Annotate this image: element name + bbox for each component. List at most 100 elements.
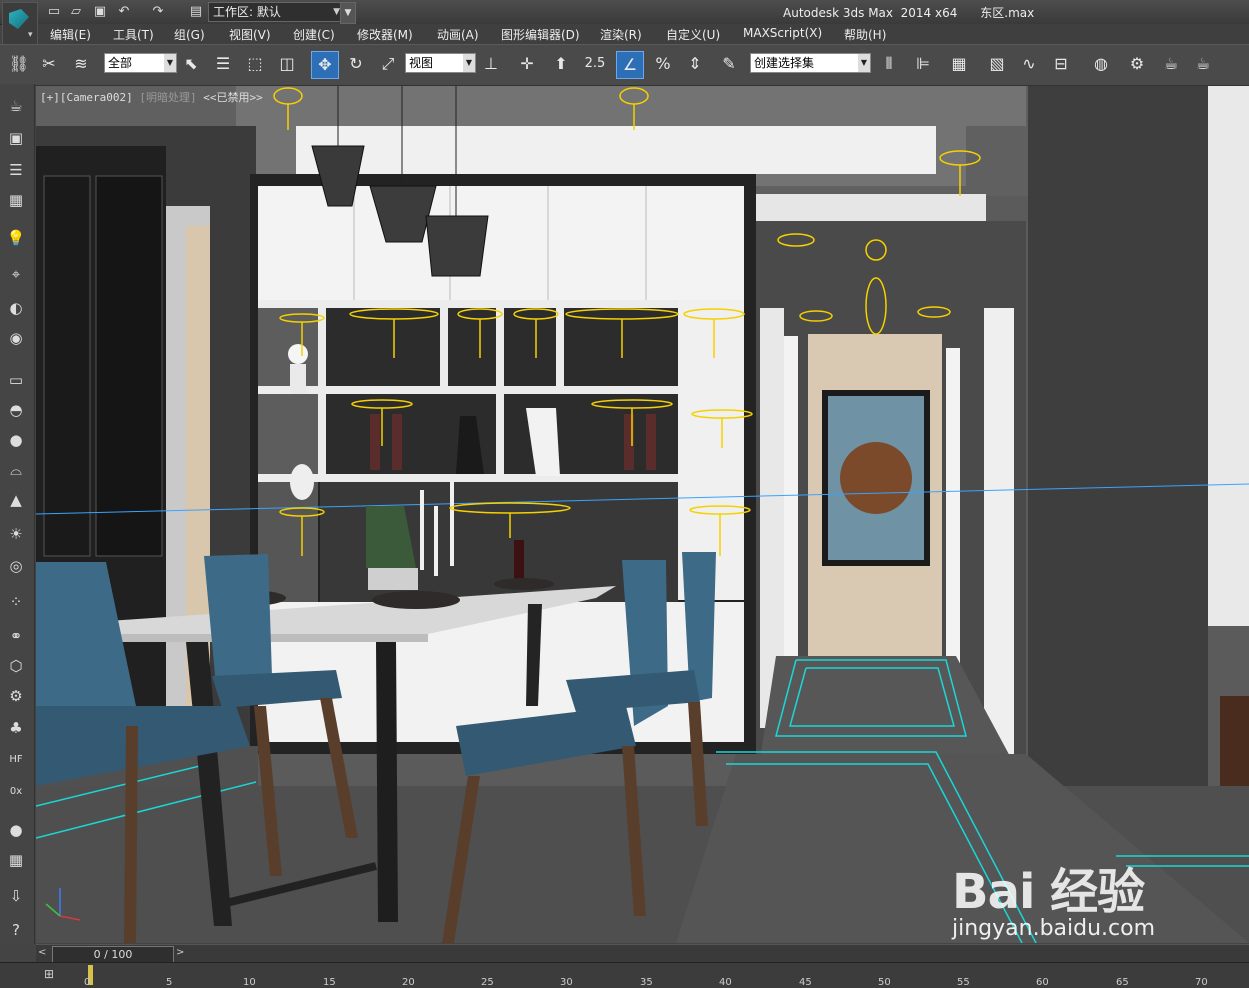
menu-animation[interactable]: 动画(A) <box>437 26 479 43</box>
menu-tools[interactable]: 工具(T) <box>113 26 154 43</box>
selection-filter-dropdown[interactable]: 全部 ▼ <box>104 53 177 73</box>
open-file-icon[interactable]: ▱ <box>66 3 86 21</box>
camera-viewport[interactable]: [+][Camera002] [明暗处理] <<已禁用>> <box>36 86 1249 943</box>
foliage-icon[interactable]: ♣ <box>4 716 28 740</box>
plant-pot <box>368 568 418 590</box>
export-icon[interactable]: ⇩ <box>4 884 28 908</box>
menu-create[interactable]: 创建(C) <box>293 26 335 43</box>
mirror-icon[interactable]: ⫴ <box>876 51 902 77</box>
select-and-manipulate-icon[interactable]: ✛ <box>514 51 540 77</box>
unlink-icon[interactable]: ✂ <box>36 51 62 77</box>
grid-icon[interactable]: ▦ <box>4 188 28 212</box>
basket-icon[interactable]: ⌓ <box>4 458 28 482</box>
shell-icon[interactable]: 0x <box>4 780 28 804</box>
place-setting <box>372 591 460 609</box>
teapot-icon[interactable]: ☕ <box>4 94 28 118</box>
shelf-divider <box>440 300 448 390</box>
curve-editor-icon[interactable]: ∿ <box>1016 51 1042 77</box>
menu-edit[interactable]: 编辑(E) <box>50 26 91 43</box>
render-setup-icon[interactable]: ⚙ <box>1124 51 1150 77</box>
render-sphere-icon[interactable]: ● <box>4 818 28 842</box>
align-icon[interactable]: ⊫ <box>910 51 936 77</box>
link-icon[interactable]: ⛓ <box>6 51 32 77</box>
angle-snap-icon[interactable]: ∠ <box>616 51 644 79</box>
list-icon[interactable]: ☰ <box>4 158 28 182</box>
menu-graph-editors[interactable]: 图形编辑器(D) <box>501 26 580 43</box>
percent-snap-icon[interactable]: % <box>650 51 676 77</box>
select-and-rotate-icon[interactable]: ↻ <box>343 51 369 77</box>
reference-coordinate-dropdown[interactable]: 视图 ▼ <box>405 53 476 73</box>
light-bulb-icon[interactable]: 💡 <box>4 226 28 250</box>
project-folder-icon[interactable]: ▤ <box>186 3 206 21</box>
undo-icon[interactable]: ↶ <box>114 3 134 21</box>
wine-bottle <box>514 540 524 580</box>
hemisphere-icon[interactable]: ◓ <box>4 398 28 422</box>
menu-views[interactable]: 视图(V) <box>229 26 271 43</box>
menu-customize[interactable]: 自定义(U) <box>666 26 720 43</box>
candle <box>450 482 454 566</box>
rectangular-selection-icon[interactable]: ⬚ <box>242 51 268 77</box>
track-bar-icon[interactable]: ⊞ <box>44 967 54 981</box>
render-production-icon[interactable]: ☕ <box>1190 51 1216 77</box>
gear-icon[interactable]: ⚙ <box>4 684 28 708</box>
scene-render <box>36 86 1249 943</box>
edit-named-selection-icon[interactable]: ✎ <box>716 51 742 77</box>
cone-icon[interactable]: ▲ <box>4 488 28 512</box>
layer-manager-icon[interactable]: ▦ <box>946 51 972 77</box>
quick-access-dropdown[interactable]: ▼ <box>340 2 356 24</box>
select-by-name-icon[interactable]: ☰ <box>210 51 236 77</box>
named-selection-dropdown[interactable]: 创建选择集 ▼ <box>750 53 871 73</box>
bind-space-warp-icon[interactable]: ≋ <box>68 51 94 77</box>
material-editor-icon[interactable]: ◍ <box>1088 51 1114 77</box>
viewport-disabled-label[interactable]: <<已禁用>> <box>203 91 263 104</box>
compound-object-icon[interactable]: ⬡ <box>4 654 28 678</box>
video-camera-icon[interactable]: ◉ <box>4 326 28 350</box>
wine-bottle <box>646 414 656 470</box>
sun-icon[interactable]: ☀ <box>4 522 28 546</box>
menu-modifiers[interactable]: 修改器(M) <box>357 26 413 43</box>
dynamics-icon[interactable]: ⚭ <box>4 624 28 648</box>
hair-fur-icon[interactable]: HF <box>4 748 28 772</box>
pivot-center-icon[interactable]: ⊥ <box>478 51 504 77</box>
app-menu-button[interactable]: ▾ <box>2 2 38 46</box>
viewport-label[interactable]: [+][Camera002] [明暗处理] <<已禁用>> <box>40 89 263 105</box>
walkthrough-icon[interactable]: ◐ <box>4 296 28 320</box>
render-frame-icon[interactable]: ▣ <box>4 126 28 150</box>
astronaut-figure <box>290 364 306 394</box>
viewport-camera-label[interactable]: [+][Camera002] <box>40 91 133 104</box>
camera-icon[interactable]: ⌖ <box>4 262 28 286</box>
sky-light-icon[interactable]: ◎ <box>4 554 28 578</box>
chevron-right-icon[interactable]: > <box>176 947 184 958</box>
tick-label: 5 <box>166 977 173 988</box>
chevron-left-icon[interactable]: < <box>38 947 46 958</box>
menu-help[interactable]: 帮助(H) <box>844 26 886 43</box>
time-slider[interactable]: 0 / 100 <box>52 946 174 963</box>
select-and-move-icon[interactable]: ✥ <box>311 51 339 79</box>
menu-group[interactable]: 组(G) <box>174 26 205 43</box>
spinner-snap-icon[interactable]: ⇕ <box>682 51 708 77</box>
particle-icon[interactable]: ⁘ <box>4 590 28 614</box>
viewport-shading-label[interactable]: [明暗处理] <box>139 91 196 104</box>
scene-explorer-icon[interactable]: ▧ <box>984 51 1010 77</box>
select-and-scale-icon[interactable]: ⤢ <box>375 51 401 77</box>
time-slider-value: 0 / 100 <box>93 948 133 961</box>
schematic-view-icon[interactable]: ⊟ <box>1048 51 1074 77</box>
candle <box>420 490 424 570</box>
save-icon[interactable]: ▣ <box>90 3 110 21</box>
corridor-ceiling-beam <box>756 194 986 221</box>
redo-icon[interactable]: ↷ <box>148 3 168 21</box>
sphere-icon[interactable]: ● <box>4 428 28 452</box>
keyboard-shortcut-override-icon[interactable]: ⬆ <box>548 51 574 77</box>
snap-toggle-icon[interactable]: 2.5 <box>582 51 608 77</box>
select-object-icon[interactable]: ⬉ <box>178 51 204 77</box>
menu-maxscript[interactable]: MAXScript(X) <box>743 26 822 40</box>
window-crossing-icon[interactable]: ◫ <box>274 51 300 77</box>
workspace-selector[interactable]: 工作区: 默认 ▼ <box>208 2 344 22</box>
new-file-icon[interactable]: ▭ <box>44 3 64 21</box>
box-icon[interactable]: ▭ <box>4 368 28 392</box>
batch-grid-icon[interactable]: ▦ <box>4 848 28 872</box>
timeline-track-bar[interactable]: ⊞ 0 5 10 15 20 25 30 35 40 45 50 55 60 6… <box>0 962 1249 988</box>
menu-rendering[interactable]: 渲染(R) <box>600 26 642 43</box>
help-icon[interactable]: ? <box>4 918 28 942</box>
rendered-frame-window-icon[interactable]: ☕ <box>1158 51 1184 77</box>
